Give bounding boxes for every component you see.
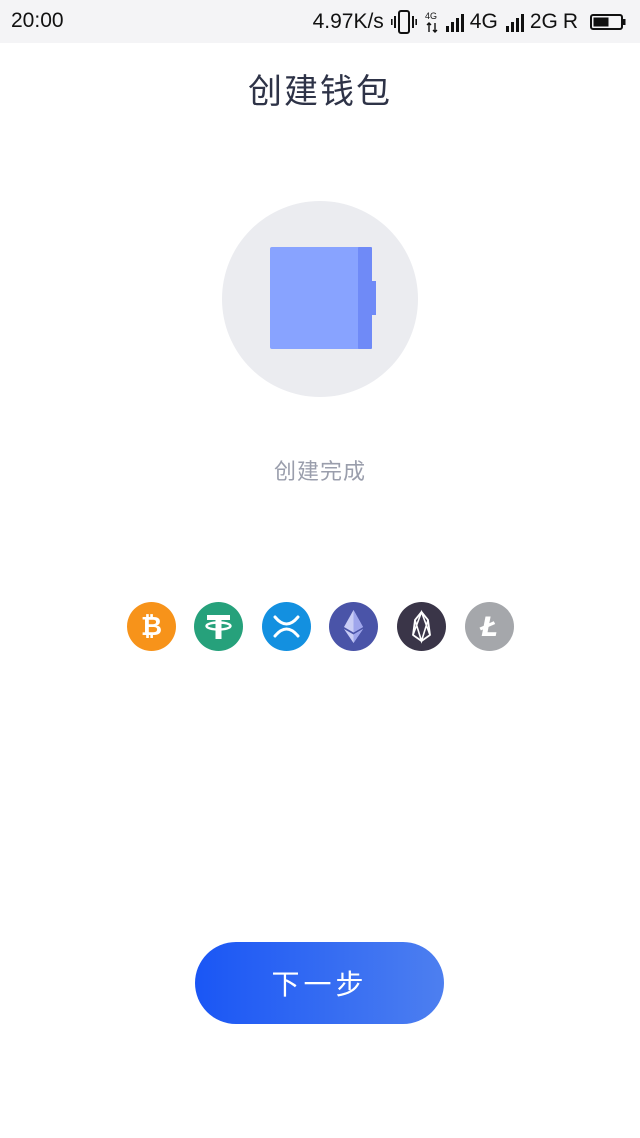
screen: 20:00 4.97K/s 4G 4G 2G R 创建钱包 创建完成 ₿ Ł 下…: [0, 0, 640, 1138]
svg-text:Ł: Ł: [479, 612, 498, 643]
network-speed: 4.97K/s: [312, 10, 384, 33]
status-bar: 20:00 4.97K/s 4G 4G 2G R: [0, 0, 640, 43]
small-4g-label: 4G: [425, 11, 437, 21]
eos-icon: [397, 602, 446, 651]
ethereum-icon: [329, 602, 378, 651]
creation-status-text: 创建完成: [273, 460, 366, 485]
data-activity-icon: 4G: [425, 11, 438, 33]
wallet-icon: [270, 247, 376, 349]
litecoin-icon: Ł: [465, 602, 514, 651]
svg-text:₿: ₿: [141, 612, 162, 642]
wallet-illustration: [222, 201, 418, 397]
signal-4g-group: 4G: [445, 10, 498, 34]
ripple-icon: [262, 602, 311, 651]
signal-icon: [505, 14, 524, 32]
network-type-2g: 2G: [529, 10, 558, 33]
network-type-4g: 4G: [469, 10, 498, 33]
battery-icon: [590, 14, 626, 30]
next-step-button[interactable]: 下一步: [195, 942, 444, 1024]
tether-icon: [194, 602, 243, 651]
roaming-indicator: R: [562, 10, 578, 33]
supported-coins: ₿ Ł: [127, 602, 515, 652]
page-title: 创建钱包: [248, 72, 392, 112]
status-indicators: 4.97K/s 4G 4G 2G R: [306, 8, 626, 36]
signal-icon: [445, 14, 464, 32]
status-time: 20:00: [11, 9, 64, 32]
vibrate-icon: [390, 10, 417, 34]
signal-2g-group: 2G R: [505, 10, 578, 34]
bitcoin-icon: ₿: [127, 602, 176, 651]
